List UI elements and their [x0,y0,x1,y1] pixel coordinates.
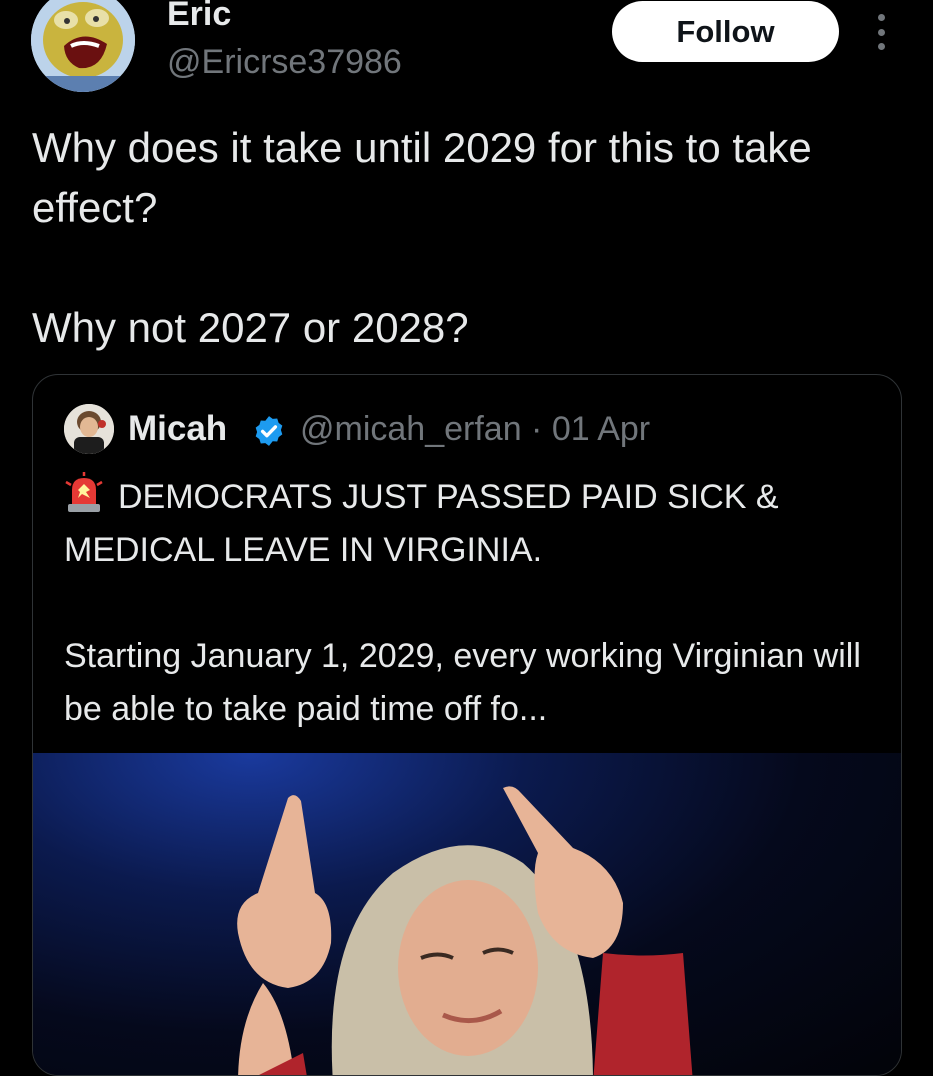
tweet-paragraph: Why does it take until 2029 for this to … [32,124,812,231]
author-avatar[interactable] [31,0,135,92]
photo-woman-pointing-up [237,786,693,1075]
more-vertical-icon[interactable] [872,14,890,50]
quote-meta[interactable]: @micah_erfan · 01 Apr [300,407,650,451]
tweet-text: Why does it take until 2029 for this to … [32,118,912,358]
quote-body: Starting January 1, 2029, every working … [64,637,861,728]
author-handle[interactable]: @Ericrse37986 [167,42,402,82]
quote-text: DEMOCRATS JUST PASSED PAID SICK & MEDICA… [64,471,884,736]
verified-badge-icon [255,416,283,446]
tweet-paragraph: Why not 2027 or 2028? [32,304,469,351]
follow-button[interactable]: Follow [612,1,839,62]
quote-media-image[interactable] [33,753,901,1075]
quote-headline-line: DEMOCRATS JUST PASSED PAID SICK & MEDICA… [64,471,884,577]
quote-author-name[interactable]: Micah [128,407,227,451]
cartoon-avatar-icon [31,0,135,92]
author-display-name[interactable]: Eric [167,0,231,34]
person-avatar-icon [64,404,114,454]
quoted-tweet[interactable]: Micah @micah_erfan · 01 Apr DEMOCRATS JU… [32,374,902,1076]
quote-headline: DEMOCRATS JUST PASSED PAID SICK & MEDICA… [64,478,779,569]
police-light-icon [65,472,103,512]
quote-author-avatar[interactable] [64,404,114,454]
